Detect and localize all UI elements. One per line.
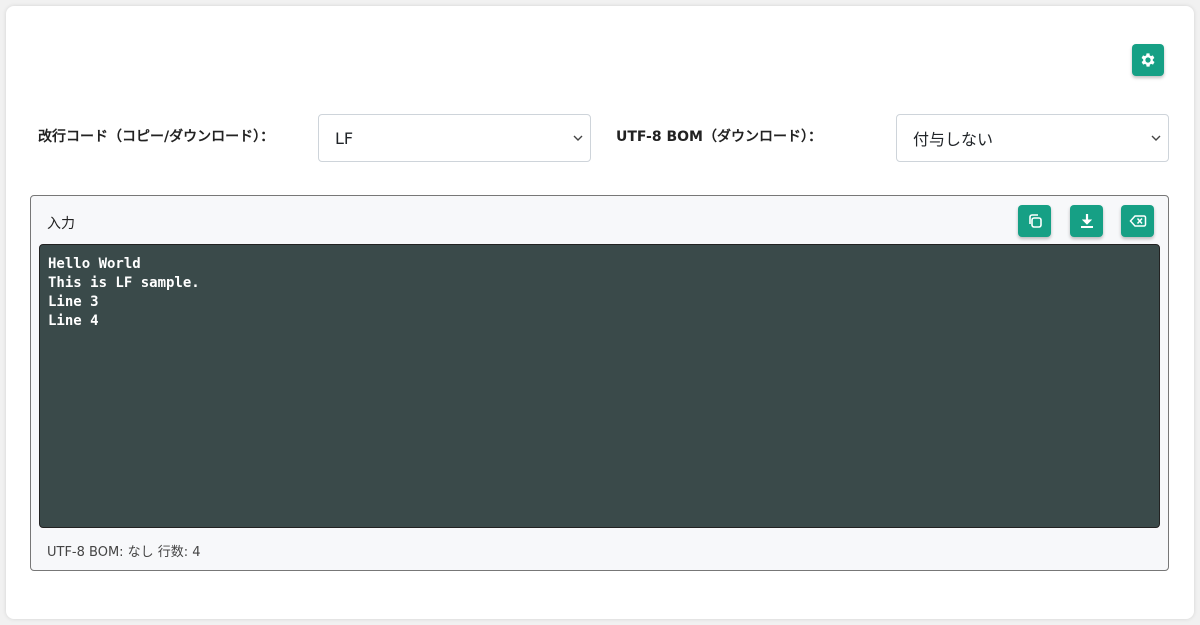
clear-button[interactable] xyxy=(1121,205,1154,237)
bom-select[interactable]: 付与しない xyxy=(896,114,1169,162)
editor-line: Line 4 xyxy=(48,313,99,329)
newline-select[interactable]: LF xyxy=(318,114,591,162)
newline-select-value: LF xyxy=(335,128,354,148)
chevron-down-icon xyxy=(573,135,583,141)
bom-label: UTF-8 BOM（ダウンロード）： xyxy=(616,129,822,145)
status-bar: UTF-8 BOM: なし 行数: 4 xyxy=(47,541,204,560)
editor-line: This is LF sample. xyxy=(48,275,200,291)
bom-select-value: 付与しない xyxy=(913,130,994,149)
backspace-icon xyxy=(1128,215,1146,227)
copy-button[interactable] xyxy=(1018,205,1051,237)
editor-line: Line 3 xyxy=(48,294,99,310)
gear-icon xyxy=(1141,53,1155,67)
download-icon xyxy=(1080,214,1093,228)
settings-button[interactable] xyxy=(1132,44,1164,76)
bom-status: UTF-8 BOM: なし xyxy=(47,545,154,560)
input-panel: 入力 Hello World This is LF sample. Line 3… xyxy=(30,195,1169,571)
chevron-down-icon xyxy=(1151,135,1161,141)
copy-icon xyxy=(1028,214,1042,228)
download-button[interactable] xyxy=(1070,205,1103,237)
text-editor[interactable]: Hello World This is LF sample. Line 3 Li… xyxy=(39,244,1160,528)
line-count: 行数: 4 xyxy=(157,545,201,560)
panel-title: 入力 xyxy=(47,216,75,232)
editor-line: Hello World xyxy=(48,256,141,272)
newline-label: 改行コード（コピー/ダウンロード）： xyxy=(38,129,275,145)
